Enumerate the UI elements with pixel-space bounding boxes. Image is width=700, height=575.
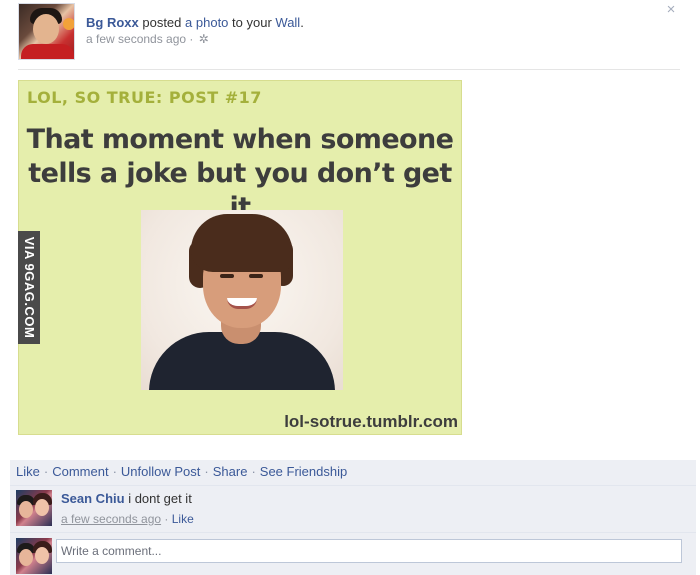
comment-timestamp[interactable]: a few seconds ago: [61, 512, 161, 526]
comment-like-link[interactable]: Like: [172, 512, 194, 526]
post-photo[interactable]: LOL, SO TRUE: POST #17 That moment when …: [18, 80, 462, 435]
photo-link[interactable]: a photo: [185, 15, 228, 30]
reaction-eye-left: [220, 274, 234, 278]
meta-separator: ·: [186, 32, 197, 46]
action-separator: ·: [251, 464, 256, 479]
audience-gear-icon[interactable]: ✲: [199, 32, 209, 46]
avatar-face: [35, 499, 49, 516]
photo-reaction-image: [141, 210, 343, 390]
wall-link[interactable]: Wall: [275, 15, 300, 30]
comment-input[interactable]: [56, 539, 682, 563]
like-action[interactable]: Like: [16, 464, 40, 479]
avatar-face: [19, 501, 33, 518]
post-verb: posted: [142, 15, 182, 30]
post-preposition: to your: [232, 15, 272, 30]
header-divider: [18, 69, 680, 70]
close-icon[interactable]: ×: [663, 2, 679, 18]
action-separator: ·: [43, 464, 49, 479]
action-separator: ·: [112, 464, 117, 479]
wall-post: Bg Roxx posted a photo to your Wall. a f…: [0, 0, 700, 575]
comment-text: i dont get it: [128, 491, 192, 506]
author-avatar[interactable]: [18, 3, 75, 60]
author-name-link[interactable]: Bg Roxx: [86, 15, 139, 30]
photo-source-url: lol-sotrue.tumblr.com: [284, 412, 458, 431]
post-timestamp[interactable]: a few seconds ago: [86, 32, 186, 46]
watermark-badge: VIA 9GAG.COM: [18, 231, 40, 344]
avatar-ball: [63, 18, 74, 30]
header-period: .: [300, 15, 304, 30]
post-meta: a few seconds ago · ✲: [86, 32, 209, 46]
comment-item: Sean Chiu i dont get it a few seconds ag…: [10, 486, 696, 533]
reaction-eye-right: [249, 274, 263, 278]
comment-body: Sean Chiu i dont get it: [61, 491, 192, 506]
action-separator: ·: [204, 464, 209, 479]
comment-meta-separator: ·: [161, 512, 172, 526]
avatar-face: [35, 547, 49, 564]
avatar-shirt: [21, 44, 74, 59]
comment-action[interactable]: Comment: [52, 464, 108, 479]
commenter-avatar[interactable]: [16, 490, 52, 526]
avatar-face: [19, 549, 33, 566]
post-actions-bar: Like · Comment · Unfollow Post · Share · See Fri…: [10, 460, 696, 486]
post-header: Bg Roxx posted a photo to your Wall.: [86, 15, 304, 30]
share-action[interactable]: Share: [213, 464, 248, 479]
see-friendship-action[interactable]: See Friendship: [260, 464, 347, 479]
avatar-face: [33, 14, 59, 44]
commenter-name-link[interactable]: Sean Chiu: [61, 491, 125, 506]
photo-series-title: LOL, SO TRUE: POST #17: [27, 88, 262, 107]
comment-meta: a few seconds ago · Like: [61, 512, 194, 526]
watermark-text: VIA 9GAG.COM: [22, 236, 37, 339]
viewer-avatar: [16, 538, 52, 574]
reaction-hair: [191, 214, 293, 272]
unfollow-post-action[interactable]: Unfollow Post: [121, 464, 200, 479]
